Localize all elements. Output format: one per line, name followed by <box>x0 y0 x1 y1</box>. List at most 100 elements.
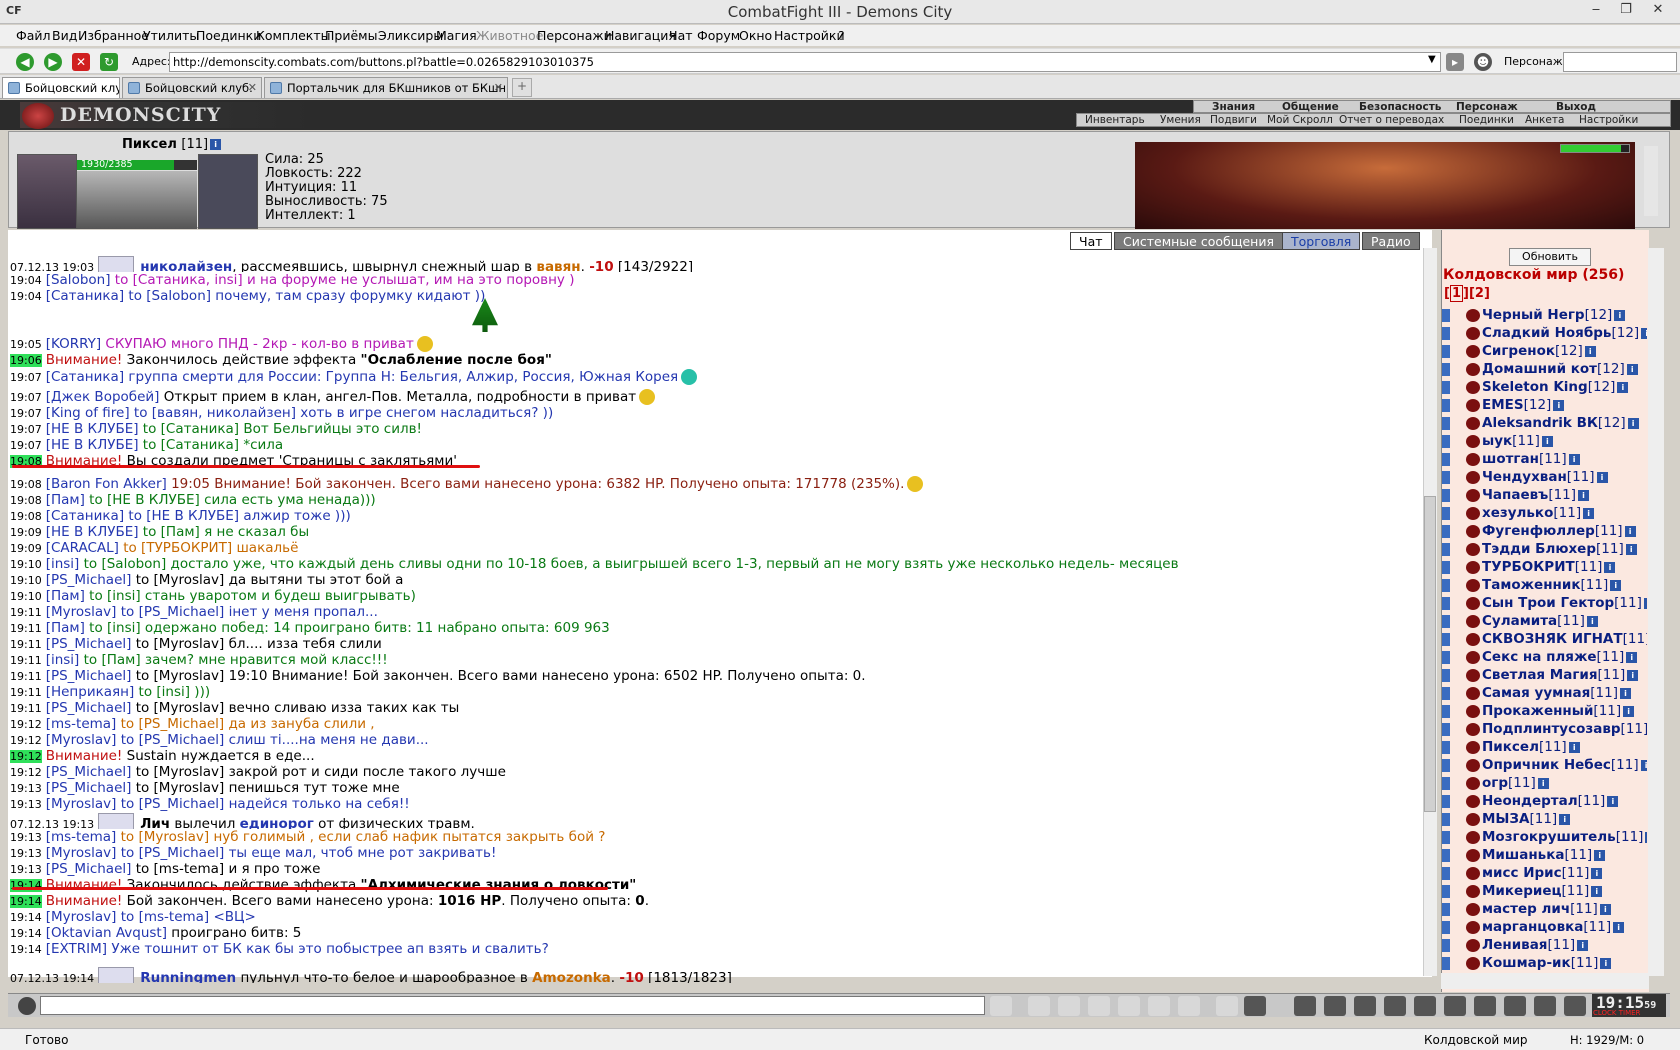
tab-fight-club-2[interactable]: Бойцовский клуб. ✕ <box>122 77 262 98</box>
person-select[interactable] <box>1563 52 1677 72</box>
room-hscrollbar[interactable] <box>1441 973 1649 989</box>
info-icon[interactable]: i <box>1599 903 1611 915</box>
player-row[interactable]: Черный Негр[12] i <box>1442 306 1647 324</box>
chat-timestamp[interactable]: 19:07 <box>10 439 42 452</box>
info-icon[interactable]: i <box>1627 669 1639 681</box>
player-row[interactable]: Секс на пляже[11] i <box>1442 648 1647 666</box>
info-icon[interactable]: i <box>1537 777 1549 789</box>
info-icon[interactable]: i <box>1577 939 1589 951</box>
chat-author[interactable]: Лич <box>140 816 170 829</box>
chat-author[interactable]: [Сатаника] <box>46 288 124 304</box>
tab-system[interactable]: Системные сообщения <box>1114 232 1283 250</box>
info-icon[interactable]: i <box>1600 957 1612 969</box>
refresh-icon[interactable]: ↻ <box>100 53 118 71</box>
player-name[interactable]: Skeleton King <box>1482 379 1588 395</box>
player-name[interactable]: Чапаевъ <box>1482 487 1548 503</box>
private-message-icon[interactable] <box>1442 488 1464 502</box>
private-message-icon[interactable] <box>1442 398 1464 412</box>
tab-portal[interactable]: Портальчик для БКшников от БКшни... ✕ <box>264 77 508 98</box>
chat-author[interactable]: [Сатаника] <box>46 508 124 524</box>
info-icon[interactable]: i <box>1645 831 1647 843</box>
private-message-icon[interactable] <box>1442 956 1464 970</box>
chat-timestamp[interactable]: 19:11 <box>10 686 42 699</box>
player-name[interactable]: Светлая Магия <box>1482 667 1598 683</box>
chat-timestamp[interactable]: 19:09 <box>10 542 42 555</box>
chat-input[interactable] <box>40 996 985 1015</box>
chat-author[interactable]: [Пам] <box>46 588 85 604</box>
chat-author[interactable]: [PS_Michael] <box>46 861 132 877</box>
chat-timestamp[interactable]: 19:13 <box>10 798 42 811</box>
fire-icon[interactable] <box>1324 996 1346 1016</box>
chat-author[interactable]: [EXTRIM] <box>46 941 107 957</box>
chat-timestamp[interactable]: 19:07 <box>10 371 42 384</box>
player-row[interactable]: мисс Ирис[11] i <box>1442 864 1647 882</box>
player-name[interactable]: мисс Ирис <box>1482 865 1562 881</box>
room-image[interactable] <box>1135 142 1635 229</box>
player-row[interactable]: шотган[11] i <box>1442 450 1647 468</box>
player-name[interactable]: Кошмар-ик <box>1482 955 1571 971</box>
equipment-slots[interactable] <box>198 154 258 229</box>
private-message-icon[interactable] <box>1442 776 1464 790</box>
private-message-icon[interactable] <box>1442 326 1464 340</box>
player-name[interactable]: Суламита <box>1482 613 1557 629</box>
send-icon[interactable] <box>990 996 1012 1016</box>
player-row[interactable]: Тэдди Блюхер[11] i <box>1442 540 1647 558</box>
private-message-icon[interactable] <box>1442 722 1464 736</box>
private-message-icon[interactable] <box>1442 704 1464 718</box>
player-row[interactable]: МЫЗА[11] i <box>1442 810 1647 828</box>
chat-author[interactable]: [Myroslav] <box>46 909 117 925</box>
player-row[interactable]: Мишанька[11] i <box>1442 846 1647 864</box>
player-row[interactable]: Сигренок[12] i <box>1442 342 1647 360</box>
chat-timestamp[interactable]: 19:12 <box>10 766 42 779</box>
info-icon[interactable]: i <box>1541 435 1553 447</box>
player-name[interactable]: Секс на пляже <box>1482 649 1597 665</box>
eraser-icon[interactable] <box>1028 996 1050 1016</box>
bag-icon[interactable] <box>1354 996 1376 1016</box>
settings-icon[interactable] <box>1534 996 1556 1016</box>
chat-author[interactable]: [KORRY] <box>46 336 101 352</box>
info-icon[interactable]: i <box>1578 489 1590 501</box>
player-row[interactable]: Ленивая[11] i <box>1442 936 1647 954</box>
player-name[interactable]: Aleksandrik ВК <box>1482 415 1598 431</box>
info-icon[interactable]: i <box>210 139 222 150</box>
private-message-icon[interactable] <box>1442 740 1464 754</box>
player-row[interactable]: Сладкий Ноябрь[12] i <box>1442 324 1647 342</box>
chat-author[interactable]: [PS_Michael] <box>46 764 132 780</box>
player-row[interactable]: Суламита[11] i <box>1442 612 1647 630</box>
game-logo[interactable]: DEMONSCITY <box>20 102 310 129</box>
nav-bottom-item[interactable]: Инвентарь <box>1085 114 1145 126</box>
chat-timestamp[interactable]: 19:04 <box>10 290 42 303</box>
chat-author[interactable]: [PS_Michael] <box>46 668 132 684</box>
private-message-icon[interactable] <box>1442 614 1464 628</box>
chat-timestamp[interactable]: 19:10 <box>10 590 42 603</box>
private-message-icon[interactable] <box>1442 560 1464 574</box>
player-name[interactable]: Самая уумная <box>1482 685 1590 701</box>
nav-bottom-item[interactable]: Подвиги <box>1210 114 1257 126</box>
chat-author[interactable]: [Сатаника] <box>46 369 124 385</box>
info-icon[interactable]: i <box>1617 381 1629 393</box>
chat-timestamp[interactable]: 19:12 <box>10 750 42 763</box>
stop-icon[interactable]: ✕ <box>72 53 90 71</box>
chat-timestamp[interactable]: 19:14 <box>10 927 42 940</box>
chat-timestamp[interactable]: 19:11 <box>10 622 42 635</box>
menu-item[interactable]: Настройки <box>774 28 845 43</box>
player-name[interactable]: мастер лич <box>1482 901 1570 917</box>
private-message-icon[interactable] <box>1442 362 1464 376</box>
chat-author[interactable]: Внимание! <box>46 748 123 764</box>
player-name[interactable]: Сын Трои Гектор <box>1482 595 1614 611</box>
info-icon[interactable]: i <box>1607 795 1619 807</box>
menu-item[interactable]: Комплекты <box>256 28 331 43</box>
menu-item[interactable]: Утилиты <box>143 28 199 43</box>
nav-top-item[interactable]: Персонаж <box>1456 101 1518 113</box>
info-icon[interactable]: i <box>1568 741 1580 753</box>
player-row[interactable]: Сын Трои Гектор[11]i <box>1442 594 1647 612</box>
player-name[interactable]: МЫЗА <box>1482 811 1529 827</box>
player-row[interactable]: Микериец[11] i <box>1442 882 1647 900</box>
player-row[interactable]: Самая уумная[11] i <box>1442 684 1647 702</box>
player-name[interactable]: Неондертал <box>1482 793 1578 809</box>
player-name[interactable]: Мишанька <box>1482 847 1564 863</box>
chat-timestamp[interactable]: 19:04 <box>10 274 42 287</box>
chat-timestamp[interactable]: 19:11 <box>10 638 42 651</box>
minimize-icon[interactable]: ‒ <box>1582 2 1610 17</box>
refresh-button[interactable]: Обновить <box>1509 248 1591 266</box>
